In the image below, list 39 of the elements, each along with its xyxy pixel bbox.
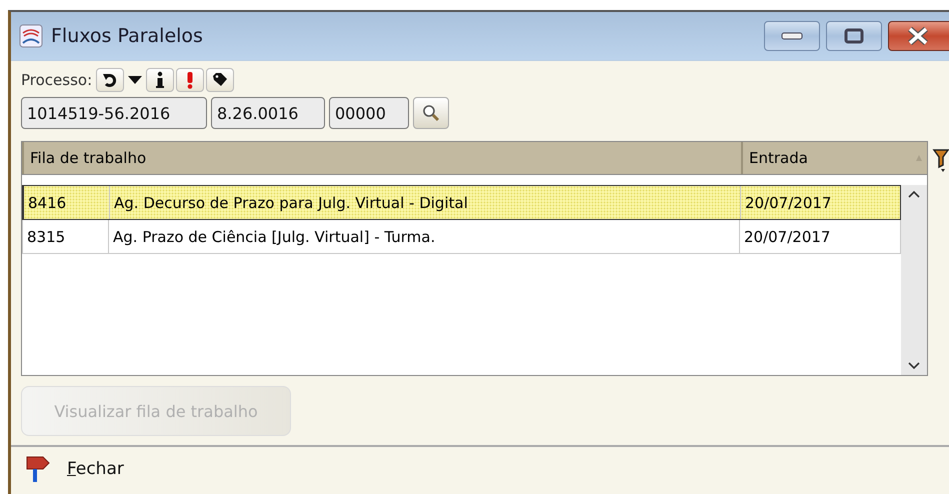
undo-button[interactable] (96, 68, 124, 92)
table-cell-text: 20/07/2017 (743, 226, 832, 248)
close-button[interactable] (888, 21, 949, 51)
window-title: Fluxos Paralelos (51, 25, 203, 47)
info-icon (154, 71, 166, 89)
maximize-icon (844, 28, 864, 44)
search-icon (422, 104, 440, 122)
scrollbar[interactable] (901, 185, 927, 375)
close-icon (907, 27, 929, 45)
maximize-button[interactable] (826, 21, 882, 51)
tag-icon (211, 71, 230, 89)
column-header[interactable]: Entrada (741, 142, 927, 174)
table-cell: Ag. Prazo de Ciência [Julg. Virtual] - Turma. (109, 220, 740, 253)
table-cell: Ag. Decurso de Prazo para Julg. Virtual - Digital (110, 186, 741, 219)
table-cell: 8315 (23, 220, 109, 253)
column-header[interactable]: Fila de trabalho (22, 142, 741, 174)
process-number-field[interactable]: 1014519-56.2016 (21, 97, 207, 129)
dropdown-caret-icon[interactable] (126, 74, 144, 86)
app-icon (19, 24, 43, 48)
table-cell: 8416 (24, 186, 110, 219)
table-row[interactable]: 8315 Ag. Prazo de Ciência [Julg. Virtual] - Turma. 20/07/2017 (22, 220, 901, 254)
search-button[interactable] (413, 97, 449, 129)
close-link-button[interactable]: Fechar (25, 455, 124, 483)
process-number-field[interactable]: 00000 (329, 97, 409, 129)
tag-button[interactable] (206, 68, 234, 92)
scroll-down-icon[interactable] (907, 361, 921, 371)
scroll-up-icon[interactable] (907, 189, 921, 199)
undo-icon (102, 72, 118, 88)
minimize-button[interactable] (764, 21, 820, 51)
sort-icon (915, 154, 923, 162)
processo-label: Processo: (21, 71, 92, 89)
exclamation-icon (185, 71, 196, 89)
minimize-icon (781, 32, 803, 40)
alert-button[interactable] (176, 68, 204, 92)
table-row[interactable]: 8416 Ag. Decurso de Prazo para Julg. Virtual - Digital 20/07/2017 (22, 185, 901, 220)
process-number-field[interactable]: 8.26.0016 (211, 97, 325, 129)
filter-icon[interactable] (932, 147, 949, 173)
info-button[interactable] (146, 68, 174, 92)
table-cell-text: 20/07/2017 (744, 192, 832, 214)
